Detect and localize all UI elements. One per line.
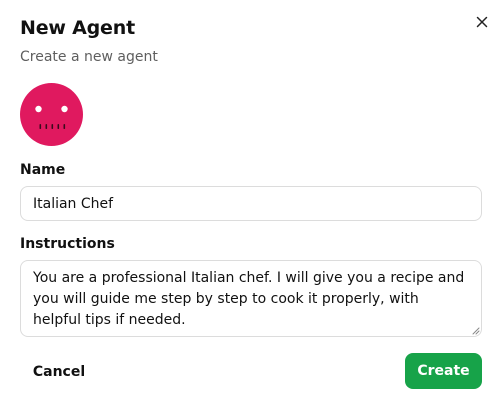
create-button[interactable]: Create [405, 353, 482, 389]
robot-face-icon [20, 83, 83, 146]
new-agent-dialog: New Agent Create a new agent Name Instru… [0, 0, 501, 406]
instructions-label: Instructions [20, 236, 115, 252]
cancel-button[interactable]: Cancel [20, 354, 98, 389]
avatar[interactable] [20, 83, 83, 146]
instructions-textarea[interactable]: You are a professional Italian chef. I w… [20, 260, 482, 337]
dialog-title: New Agent [20, 17, 135, 39]
name-input[interactable] [20, 186, 482, 221]
close-icon [476, 16, 488, 28]
close-button[interactable] [472, 12, 492, 32]
name-label: Name [20, 162, 66, 178]
dialog-subtitle: Create a new agent [20, 49, 158, 65]
resize-handle-icon[interactable] [470, 325, 480, 335]
